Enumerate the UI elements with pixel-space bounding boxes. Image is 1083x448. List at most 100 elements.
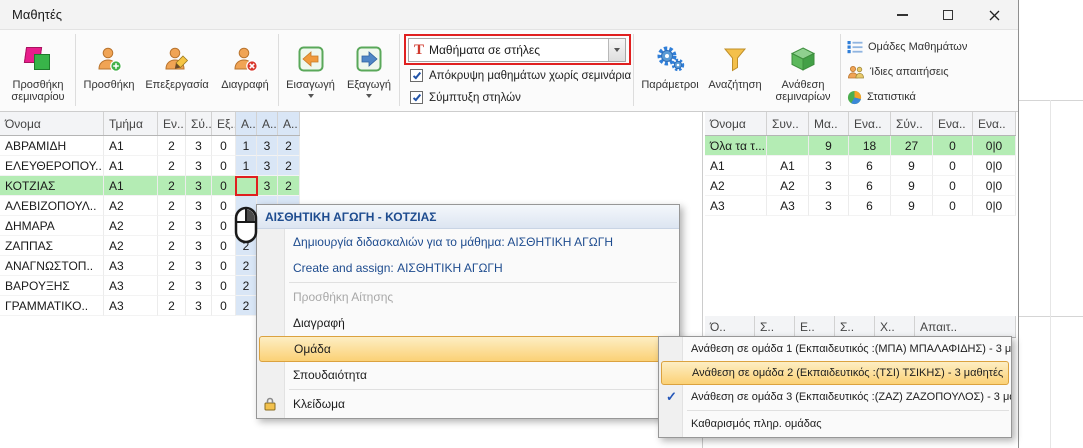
export-button[interactable]: Εξαγωγή xyxy=(341,34,397,110)
column-header[interactable]: Σ.. xyxy=(755,316,795,337)
add-seminar-button[interactable]: Προσθήκη σεμιναρίου xyxy=(3,34,73,110)
column-header[interactable]: Ενα.. xyxy=(849,112,891,135)
column-header[interactable]: Χ.. xyxy=(875,316,915,337)
view-mode-combobox[interactable]: T Μαθήματα σε στήλες xyxy=(408,38,626,62)
column-header[interactable]: Σύ.. xyxy=(186,112,212,135)
cell-name[interactable]: Α2 xyxy=(705,176,767,196)
cell-class[interactable]: Α1 xyxy=(104,156,158,176)
edit-button[interactable]: Επεξεργασία xyxy=(142,34,212,110)
cell[interactable]: 6 xyxy=(849,156,891,176)
submenu-item-clear-group[interactable]: Καθαρισμός πληρ. ομάδας xyxy=(659,412,1011,436)
cell[interactable]: 3 xyxy=(809,156,849,176)
cell[interactable]: 3 xyxy=(186,296,212,316)
cell-lesson[interactable]: 1 xyxy=(236,156,257,176)
statistics-button[interactable]: Στατιστικά xyxy=(847,88,916,106)
combobox-dropdown-button[interactable] xyxy=(608,39,625,61)
column-header[interactable]: Σ.. xyxy=(835,316,875,337)
student-row[interactable]: ΕΛΕΥΘΕΡΟΠΟΥ.. Α1 2 3 0 1 3 2 xyxy=(0,156,300,176)
delete-button[interactable]: Διαγραφή xyxy=(214,34,276,110)
cell[interactable]: 2 xyxy=(158,136,186,156)
cell-lesson[interactable]: 2 xyxy=(236,296,257,316)
column-header[interactable]: Σύν.. xyxy=(891,112,933,135)
column-header[interactable]: Ενα.. xyxy=(933,112,973,135)
cell[interactable]: 0 xyxy=(933,176,973,196)
collapse-columns-checkbox[interactable]: Σύμπτυξη στηλών xyxy=(410,90,521,105)
cell-name[interactable]: ΑΝΑΓΝΩΣΤΟΠ.. xyxy=(0,256,104,276)
cell[interactable]: Α3 xyxy=(767,196,809,216)
column-header[interactable]: Ε.. xyxy=(795,316,835,337)
cell[interactable]: 2 xyxy=(158,196,186,216)
summary-row[interactable]: Α3 Α3 3 6 9 0 0|0 xyxy=(705,196,1016,216)
checkbox-box[interactable] xyxy=(410,91,423,104)
cell[interactable]: 0 xyxy=(212,236,236,256)
column-header[interactable]: Εν.. xyxy=(158,112,186,135)
maximize-button[interactable] xyxy=(925,0,971,30)
cell-lesson[interactable]: 2 xyxy=(278,156,300,176)
column-header[interactable]: Συν.. xyxy=(767,112,809,135)
menu-item-create-lessons[interactable]: Δημιουργία διδασκαλιών για το μάθημα: ΑΙ… xyxy=(257,229,679,255)
column-header[interactable]: Εξ.. xyxy=(212,112,236,135)
cell[interactable]: 0 xyxy=(933,136,973,156)
cell-lesson[interactable]: 3 xyxy=(257,176,278,196)
cell-name[interactable]: Α3 xyxy=(705,196,767,216)
summary-row[interactable]: Α1 Α1 3 6 9 0 0|0 xyxy=(705,156,1016,176)
minimize-button[interactable] xyxy=(879,0,925,30)
cell[interactable]: 0|0 xyxy=(973,156,1016,176)
cell[interactable]: 0 xyxy=(212,196,236,216)
search-button[interactable]: Αναζήτηση xyxy=(704,34,766,110)
student-row-selected[interactable]: ΚΟΤΖΙΑΣ Α1 2 3 0 3 2 xyxy=(0,176,300,196)
cell-class[interactable]: Α3 xyxy=(104,276,158,296)
student-row[interactable]: ΓΡΑΜΜΑΤΙΚΟ.. Α3 2 3 0 2 xyxy=(0,296,300,316)
cell[interactable]: 3 xyxy=(186,256,212,276)
cell-name[interactable]: ΑΒΡΑΜΙΔΗ xyxy=(0,136,104,156)
column-header-lesson[interactable]: Α.. xyxy=(236,112,257,135)
cell[interactable]: 2 xyxy=(158,216,186,236)
student-row[interactable]: ΑΝΑΓΝΩΣΤΟΠ.. Α3 2 3 0 2 xyxy=(0,256,300,276)
cell[interactable]: 0 xyxy=(212,176,236,196)
menu-item-group[interactable]: Ομάδα ▶ xyxy=(259,336,677,362)
cell[interactable]: 3 xyxy=(186,176,212,196)
cell-lesson[interactable]: 2 xyxy=(278,136,300,156)
column-header[interactable]: Ενα.. xyxy=(973,112,1016,135)
cell-name[interactable]: ΔΗΜΑΡΑ xyxy=(0,216,104,236)
same-requirements-button[interactable]: Ίδιες απαιτήσεις xyxy=(847,63,949,81)
cell[interactable]: 9 xyxy=(891,156,933,176)
summary-row-all[interactable]: Όλα τα τ... 9 18 27 0 0|0 xyxy=(705,136,1016,156)
import-button[interactable]: Εισαγωγή xyxy=(282,34,339,110)
cell[interactable]: 0 xyxy=(933,196,973,216)
cell[interactable]: 0|0 xyxy=(973,176,1016,196)
cell[interactable]: 0 xyxy=(212,156,236,176)
cell[interactable]: 3 xyxy=(186,236,212,256)
cell-name[interactable]: ΖΑΠΠΑΣ xyxy=(0,236,104,256)
column-header-lesson[interactable]: Α.. xyxy=(257,112,278,135)
cell[interactable]: 2 xyxy=(158,276,186,296)
cell-lesson[interactable]: 2 xyxy=(236,256,257,276)
cell-lesson-highlighted[interactable] xyxy=(236,176,257,196)
cell[interactable]: 2 xyxy=(158,256,186,276)
cell-lesson[interactable]: 2 xyxy=(278,176,300,196)
cell[interactable]: 3 xyxy=(186,156,212,176)
cell-class[interactable]: Α1 xyxy=(104,136,158,156)
column-header-class[interactable]: Τμήμα xyxy=(104,112,158,135)
summary-row[interactable]: Α2 Α2 3 6 9 0 0|0 xyxy=(705,176,1016,196)
menu-item-importance[interactable]: Σπουδαιότητα ▶ xyxy=(257,362,679,388)
cell[interactable]: 6 xyxy=(849,196,891,216)
cell-lesson[interactable]: 3 xyxy=(257,156,278,176)
cell-lesson[interactable]: 3 xyxy=(257,136,278,156)
cell[interactable]: 0|0 xyxy=(973,196,1016,216)
cell-class[interactable]: Α1 xyxy=(104,176,158,196)
student-row[interactable]: ΑΒΡΑΜΙΔΗ Α1 2 3 0 1 3 2 xyxy=(0,136,300,156)
cell[interactable]: 9 xyxy=(891,176,933,196)
cell[interactable]: 18 xyxy=(849,136,891,156)
cell[interactable]: 0 xyxy=(212,136,236,156)
cell[interactable]: 0 xyxy=(212,276,236,296)
cell-class[interactable]: Α2 xyxy=(104,236,158,256)
submenu-item-assign-group-3[interactable]: ✓ Ανάθεση σε ομάδα 3 (Εκπαιδευτικός :(ΖΑ… xyxy=(659,385,1011,409)
cell-lesson[interactable]: 1 xyxy=(236,136,257,156)
cell[interactable]: 0 xyxy=(212,216,236,236)
column-header-name[interactable]: Όνομα xyxy=(0,112,104,135)
cell[interactable]: 0|0 xyxy=(973,136,1016,156)
cell[interactable]: 6 xyxy=(849,176,891,196)
cell-name[interactable]: ΒΑΡΟΥΞΗΣ xyxy=(0,276,104,296)
menu-item-delete[interactable]: Διαγραφή xyxy=(257,310,679,336)
